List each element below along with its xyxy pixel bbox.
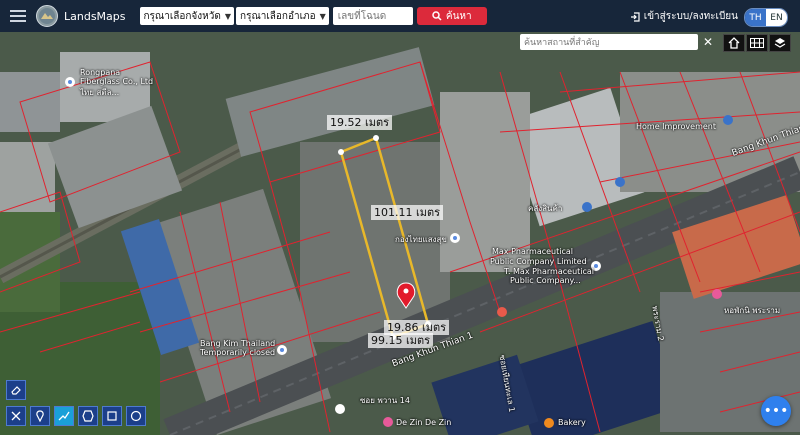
grid-button[interactable] [746,34,768,52]
map-label[interactable]: Public Company... [510,276,581,285]
map-label[interactable]: Rongpana [80,68,120,77]
map-label[interactable]: Public Company Limited [490,257,587,266]
satellite-map[interactable]: 19.52 เมตร 101.11 เมตร 19.86 เมตร 99.15 … [0,32,800,435]
home-button[interactable] [723,34,745,52]
app-logo[interactable] [36,5,58,27]
polyline-icon [58,411,70,421]
eraser-icon [11,386,21,395]
measure-tool-button[interactable] [6,406,26,426]
map-label[interactable]: Temporarily closed [200,348,275,357]
login-link[interactable]: เข้าสู่ระบบ/ลงทะเบียน [630,9,738,24]
search-icon [432,11,442,21]
home-icon [728,37,740,49]
search-button[interactable]: ค้นหา [416,7,487,25]
measure-label-diag: 99.15 เมตร [368,333,434,348]
province-select[interactable]: กรุณาเลือกจังหวัด ▼ [139,7,235,25]
hamburger-menu-icon[interactable] [10,7,26,25]
lang-th-button[interactable]: TH [745,9,766,26]
pin-tool-button[interactable] [30,406,50,426]
login-label: เข้าสู่ระบบ/ลงทะเบียน [643,11,738,22]
chat-button[interactable]: ••• [761,396,791,426]
search-button-label: ค้นหา [445,10,472,22]
map-label[interactable]: Fiberglass Co., Ltd [80,77,153,86]
map-label[interactable]: T. Max Pharmaceutical [504,267,594,276]
map-label[interactable]: De Zin De Zin [396,418,451,427]
map-label[interactable]: Max Pharmaceutical [492,247,573,256]
map-label[interactable]: Bang Kim Thailand [200,339,275,348]
measure-label-top: 19.52 เมตร [327,115,393,130]
map-label[interactable]: หอพักนิ พระราม [724,304,780,317]
district-select[interactable]: กรุณาเลือกอำเภอ ▼ [236,7,329,25]
district-select-value: กรุณาเลือกอำเภอ [240,10,316,22]
top-bar: LandsMaps กรุณาเลือกจังหวัด ▼ กรุณาเลือก… [0,0,800,32]
parcel-number-input[interactable] [332,7,413,25]
place-search-input[interactable] [520,34,698,50]
eraser-tool-button[interactable] [6,380,26,400]
chevron-down-icon: ▼ [319,11,326,21]
rectangle-tool-button[interactable] [102,406,122,426]
province-select-value: กรุณาเลือกจังหวัด [143,10,221,22]
close-search-button[interactable]: ✕ [700,34,716,50]
lang-en-button[interactable]: EN [766,9,787,26]
rectangle-icon [107,411,117,421]
ruler-icon [11,411,21,421]
circle-tool-button[interactable] [126,406,146,426]
login-icon [630,11,640,22]
close-icon: ✕ [702,35,714,49]
circle-icon [130,410,142,422]
polygon-tool-button[interactable] [78,406,98,426]
grid-icon [750,38,764,48]
map-label[interactable]: กองไทยแสงสุข [395,233,447,246]
map-label[interactable]: คลังสินค้า [528,202,562,215]
map-label[interactable]: ไทย สตีล... [80,86,119,99]
layers-icon [774,38,786,48]
polygon-icon [82,410,94,422]
chevron-down-icon: ▼ [224,11,232,21]
layers-button[interactable] [769,34,791,52]
pin-icon [36,410,44,422]
language-toggle: TH EN [744,8,788,27]
measure-label-side: 101.11 เมตร [371,205,444,220]
map-label[interactable]: Bakery [558,418,586,427]
map-label[interactable]: Home Improvement [636,122,716,131]
polyline-tool-button[interactable] [54,406,74,426]
chat-dots-icon: ••• [763,403,789,419]
map-label[interactable]: ซอย พวาน 14 [360,394,410,407]
brand-name: LandsMaps [64,9,126,23]
